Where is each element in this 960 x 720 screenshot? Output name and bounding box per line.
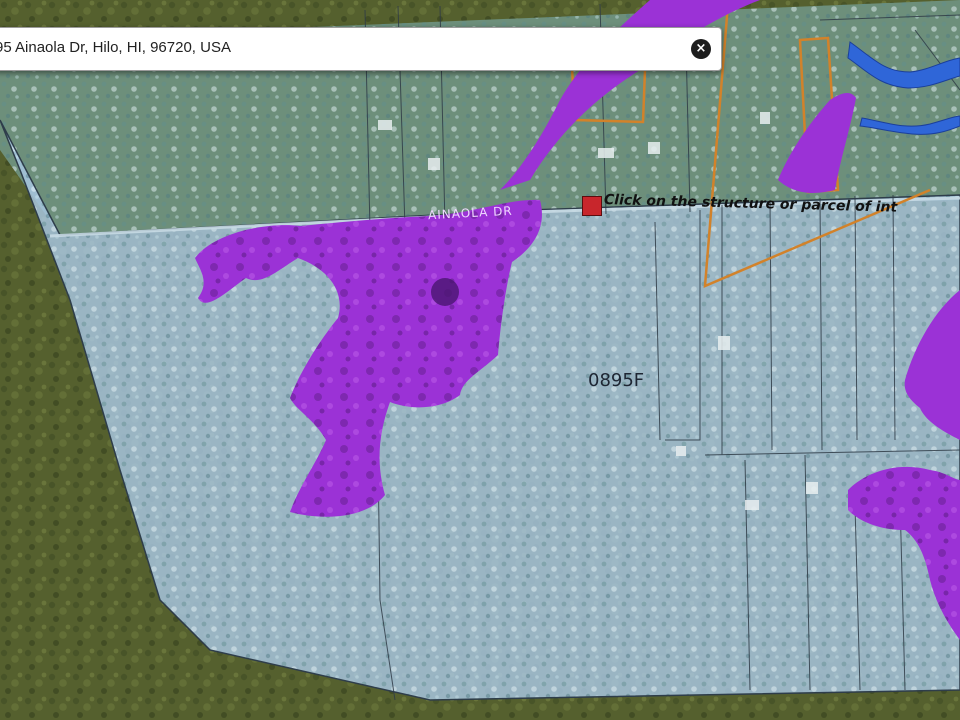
close-icon[interactable]: × [691,39,711,59]
location-marker-icon[interactable] [582,196,602,216]
search-input[interactable]: 95 Ainaola Dr, Hilo, HI, 96720, USA [0,39,231,56]
address-search-box[interactable]: 95 Ainaola Dr, Hilo, HI, 96720, USA × [0,27,722,71]
parcel-label: 0895F [588,370,645,391]
lava-dark-spot [431,278,459,306]
map-viewport[interactable]: AINAOLA DR 0895F Click on the structure … [0,0,960,720]
map-canvas[interactable] [0,0,960,720]
